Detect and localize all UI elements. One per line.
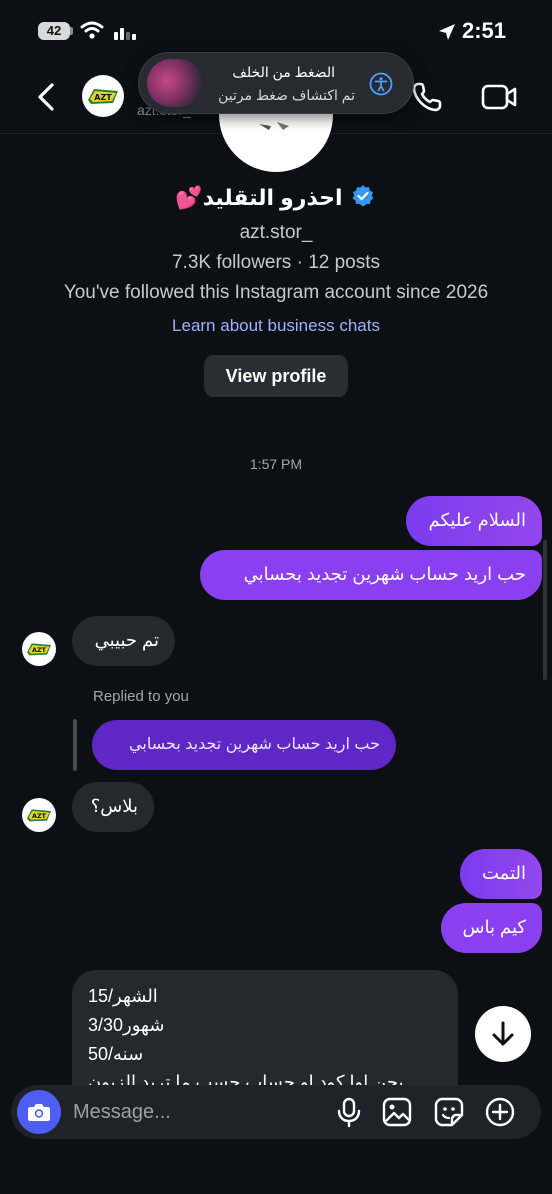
received-message[interactable]: بلاس؟ [72,782,154,832]
clock: 2:51 [462,18,507,43]
svg-text:AZT: AZT [32,646,47,654]
azt-logo-icon: AZT [27,809,51,822]
sent-message[interactable]: حب اريد حساب شهرين تجديد بحسابي [200,550,542,600]
microphone-icon[interactable] [333,1096,365,1128]
verified-badge-icon [352,185,374,207]
phone-call-icon[interactable] [410,80,444,114]
toast-title: الضغط من الخلف [232,64,335,80]
view-profile-button[interactable]: View profile [204,355,348,397]
profile-name-text: احذرو التقليد [202,185,343,210]
quoted-message[interactable]: حب اريد حساب شهرين تجديد بحسابي [92,720,396,770]
scroll-to-bottom-button[interactable] [475,1006,531,1062]
battery-indicator: 42 [38,22,70,40]
svg-text:AZT: AZT [94,93,112,102]
follow-since-text: You've followed this Instagram account s… [63,282,489,303]
replied-label: Replied to you [93,688,189,705]
toast-subtitle: تم اكتشاف ضغط مرتين [218,87,355,103]
camera-icon [28,1104,50,1121]
accessibility-icon [369,72,393,96]
received-price-message[interactable]: الشهر/15 شهور3/30 سنه/50 يحن اوا كود او … [72,970,458,1088]
sender-avatar[interactable]: AZT [22,632,56,666]
profile-stats: 7.3K followers · 12 posts [171,252,381,273]
azt-logo-icon: AZT [27,643,51,656]
message-line: شهور3/30 [88,1015,165,1035]
profile-handle: azt.stor_ [239,222,313,243]
back-arrow-icon[interactable] [30,80,62,114]
message-input[interactable] [73,1099,323,1125]
message-timestamp: 1:57 PM [249,456,303,472]
battery-tip [70,27,73,35]
scrollbar[interactable] [543,540,547,680]
message-line: الشهر/15 [88,986,158,1006]
header-avatar[interactable]: AZT [82,75,124,117]
profile-emoji: 💕 [175,185,203,210]
message-composer [11,1085,541,1139]
cellular-signal-icon [114,28,136,40]
add-plus-icon[interactable] [484,1096,516,1128]
location-arrow-icon [439,24,455,40]
gallery-icon[interactable] [381,1096,413,1128]
sent-message[interactable]: كيم باس [441,903,542,953]
svg-text:AZT: AZT [32,812,47,820]
message-line: سنه/50 [88,1044,144,1064]
toast-app-blur [147,59,203,107]
business-chats-link[interactable]: Learn about business chats [0,316,552,336]
received-message[interactable]: تم حبيبي [72,616,175,666]
reply-indicator-bar [73,719,77,771]
profile-name: 💕احذرو التقليد [0,184,552,211]
azt-logo-icon: AZT [88,89,118,104]
wifi-icon [80,21,104,39]
video-call-icon[interactable] [480,82,518,112]
sticker-icon[interactable] [433,1096,465,1128]
arrow-down-icon [492,1021,514,1046]
back-tap-toast[interactable]: الضغط من الخلف تم اكتشاف ضغط مرتين [138,52,414,114]
sent-message[interactable]: التمت [460,849,542,899]
sent-message[interactable]: السلام عليكم [406,496,542,546]
sender-avatar[interactable]: AZT [22,798,56,832]
camera-button[interactable] [17,1090,61,1134]
